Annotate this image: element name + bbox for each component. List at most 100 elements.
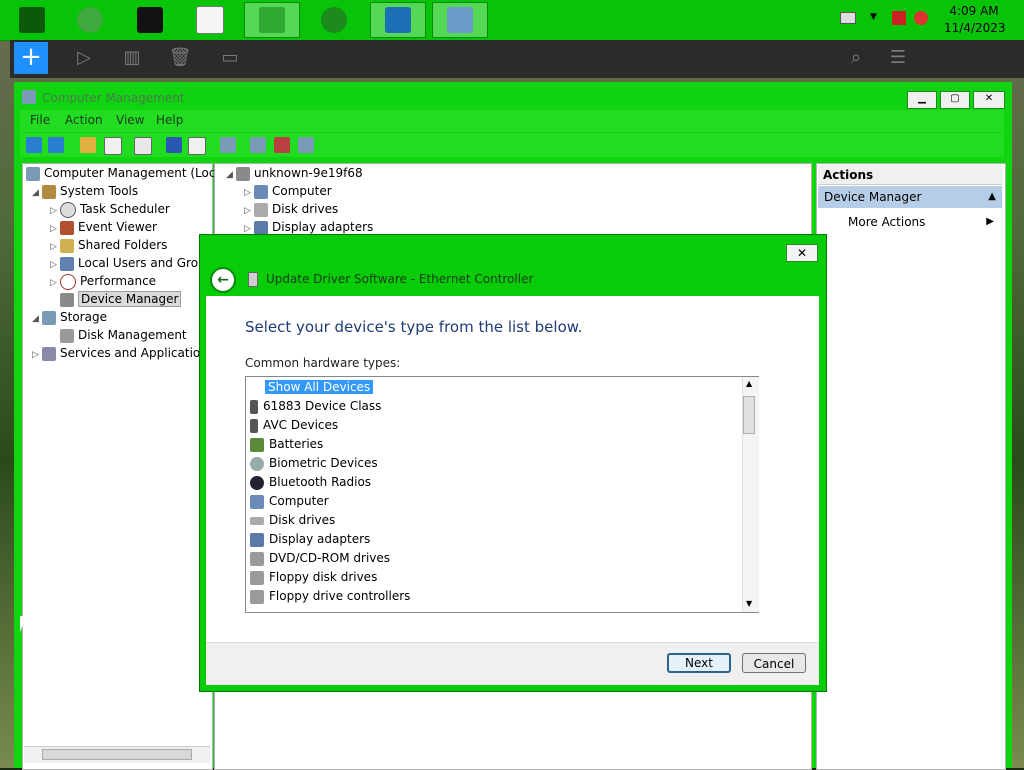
- action-pane-icon[interactable]: [188, 137, 206, 155]
- tree-item-disk-management[interactable]: Disk Management: [60, 326, 187, 344]
- disk-drive-icon: [250, 516, 264, 525]
- add-button[interactable]: +: [14, 42, 48, 74]
- cancel-button[interactable]: Cancel: [742, 653, 806, 673]
- back-button[interactable]: ←: [210, 267, 236, 293]
- back-icon[interactable]: [26, 137, 42, 153]
- tree-item-local-users[interactable]: ▷ Local Users and Group: [50, 254, 213, 272]
- list-item-show-all-devices[interactable]: Show All Devices: [265, 378, 374, 397]
- scroll-up-icon[interactable]: ▲: [746, 379, 752, 388]
- tree-item-event-viewer[interactable]: ▷ Event Viewer: [50, 218, 157, 236]
- taskbar-explorer[interactable]: [244, 2, 300, 38]
- taskbar-solitaire[interactable]: [182, 2, 238, 38]
- up-folder-icon[interactable]: [80, 137, 96, 153]
- collapse-arrow-icon[interactable]: ◢: [32, 184, 42, 202]
- properties-icon[interactable]: [134, 137, 152, 155]
- tree-item-system-tools[interactable]: ◢ System Tools: [32, 182, 138, 200]
- users-icon: [60, 256, 74, 271]
- collapse-up-icon[interactable]: ▲: [988, 186, 996, 208]
- taskbar-app-blue[interactable]: [370, 2, 426, 38]
- uninstall-icon[interactable]: [274, 137, 290, 153]
- tree-item-task-scheduler[interactable]: ▷ Task Scheduler: [50, 200, 170, 218]
- tree-item-computer-management[interactable]: Computer Management (Local: [26, 164, 226, 182]
- columns-icon[interactable]: ▥: [120, 46, 144, 70]
- list-scrollbar-thumb[interactable]: [743, 396, 755, 434]
- delete-icon[interactable]: 🗑: [168, 46, 192, 70]
- more-actions-item[interactable]: More Actions ▶: [818, 212, 1002, 232]
- menu-help[interactable]: Help: [156, 113, 183, 127]
- run-icon[interactable]: ▷: [72, 46, 96, 70]
- device-category-computer[interactable]: ▷ Computer: [244, 182, 332, 200]
- taskbar-computer-management[interactable]: [432, 2, 488, 38]
- computer-management-icon: [22, 90, 36, 104]
- window-title: Computer Management: [42, 91, 185, 105]
- media-player-icon: [321, 7, 347, 33]
- help-icon[interactable]: [166, 137, 182, 153]
- list-item[interactable]: Display adapters: [250, 530, 373, 549]
- display-adapter-icon: [250, 532, 264, 547]
- list-item[interactable]: Biometric Devices: [250, 454, 381, 473]
- search-icon[interactable]: ⌕: [844, 46, 868, 70]
- command-prompt-icon: [137, 7, 163, 33]
- device-category-disk-drives[interactable]: ▷ Disk drives: [244, 200, 338, 218]
- clock-icon: [60, 201, 76, 218]
- dialog-close-button[interactable]: ✕: [786, 244, 818, 262]
- more-actions-label: More Actions: [848, 215, 926, 229]
- collapse-arrow-icon[interactable]: ◢: [32, 310, 42, 328]
- tray-expand-icon[interactable]: ▼: [870, 12, 877, 22]
- clock[interactable]: 4:09 AM 11/4/2023: [944, 3, 1006, 37]
- computer-management-icon: [447, 7, 473, 33]
- list-item[interactable]: Computer: [250, 492, 332, 511]
- collapse-arrow-icon[interactable]: ◢: [226, 166, 236, 184]
- computer-icon: [254, 184, 268, 199]
- actions-section-device-manager[interactable]: Device Manager ▲: [818, 186, 1002, 208]
- taskbar: ▼ 4:09 AM 11/4/2023: [0, 0, 1024, 41]
- tree-item-performance[interactable]: ▷ Performance: [50, 272, 156, 290]
- menu-view[interactable]: View: [116, 113, 144, 127]
- keyboard-icon[interactable]: [840, 12, 856, 24]
- scroll-down-icon[interactable]: ▼: [746, 599, 752, 608]
- show-hide-tree-icon[interactable]: [104, 137, 122, 155]
- services-icon: [42, 346, 56, 361]
- start-button[interactable]: [4, 2, 60, 38]
- actions-header: Actions: [818, 165, 1002, 185]
- update-driver-icon[interactable]: [250, 137, 266, 153]
- expand-arrow-icon[interactable]: ▷: [32, 346, 42, 364]
- computer-icon: [236, 166, 250, 181]
- menu-icon[interactable]: ☰: [886, 46, 910, 70]
- tree-item-shared-folders[interactable]: ▷ Shared Folders: [50, 236, 167, 254]
- tree-horizontal-scrollbar[interactable]: [24, 746, 210, 763]
- device-root[interactable]: ◢ unknown-9e19f68: [226, 164, 363, 182]
- network-icon[interactable]: [892, 11, 906, 25]
- taskbar-media[interactable]: [306, 2, 362, 38]
- disable-device-icon[interactable]: [298, 137, 314, 153]
- list-item[interactable]: 61883 Device Class: [250, 397, 384, 416]
- list-item[interactable]: Floppy disk drives: [250, 568, 380, 587]
- scrollbar-thumb[interactable]: [42, 749, 192, 760]
- list-item[interactable]: Disk drives: [250, 511, 338, 530]
- actions-section-label: Device Manager: [824, 190, 922, 204]
- next-button[interactable]: Next: [667, 653, 731, 673]
- menu-file[interactable]: File: [30, 113, 50, 127]
- hardware-types-list[interactable]: Show All Devices 61883 Device Class AVC …: [245, 376, 759, 613]
- list-item[interactable]: DVD/CD-ROM drives: [250, 549, 393, 568]
- volume-muted-icon[interactable]: [914, 11, 928, 25]
- move-icon[interactable]: ▭: [218, 46, 242, 70]
- tree-item-services-applications[interactable]: ▷ Services and Applications: [32, 344, 214, 362]
- scan-hardware-icon[interactable]: [220, 137, 236, 153]
- maximize-button[interactable]: ▢: [940, 91, 970, 109]
- list-item[interactable]: Bluetooth Radios: [250, 473, 374, 492]
- taskbar-ie[interactable]: [62, 2, 118, 38]
- list-item[interactable]: Batteries: [250, 435, 326, 454]
- minimize-button[interactable]: ▁: [907, 91, 937, 109]
- menu-bar: File Action View Help: [20, 110, 1004, 132]
- close-button[interactable]: ✕: [973, 91, 1005, 109]
- taskbar-cmd[interactable]: [122, 2, 178, 38]
- device-class-icon: [250, 399, 258, 414]
- tree-item-device-manager[interactable]: Device Manager: [50, 290, 182, 308]
- list-item[interactable]: Floppy drive controllers: [250, 587, 413, 606]
- tree-item-storage[interactable]: ◢ Storage: [32, 308, 107, 326]
- actions-pane: [816, 163, 1006, 770]
- forward-icon[interactable]: [48, 137, 64, 153]
- list-item[interactable]: AVC Devices: [250, 416, 341, 435]
- menu-action[interactable]: Action: [65, 113, 103, 127]
